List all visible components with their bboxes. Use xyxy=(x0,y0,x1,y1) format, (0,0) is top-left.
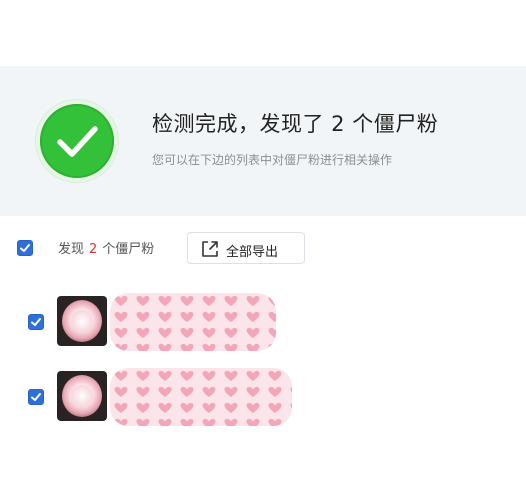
result-title: 检测完成，发现了 2 个僵尸粉 xyxy=(152,112,439,136)
checkmark-icon xyxy=(40,104,114,178)
select-all-checkbox[interactable] xyxy=(17,240,33,256)
success-badge xyxy=(36,100,118,182)
heart-mosaic xyxy=(110,293,276,351)
masked-name xyxy=(110,293,276,351)
export-all-label: 全部导出 xyxy=(226,245,279,260)
summary-text: 发现 2 个僵尸粉 xyxy=(58,238,154,257)
result-subtitle: 您可以在下边的列表中对僵尸粉进行相关操作 xyxy=(152,153,393,167)
fan-avatar xyxy=(57,296,107,346)
check-icon xyxy=(31,318,41,326)
masked-name xyxy=(110,368,292,426)
summary-suffix: 个僵尸粉 xyxy=(102,242,155,257)
fan-avatar xyxy=(57,371,107,421)
check-icon xyxy=(20,244,30,252)
zombie-count: 2 xyxy=(89,242,98,257)
check-icon xyxy=(31,393,41,401)
heart-mosaic xyxy=(110,368,292,426)
export-all-button[interactable]: 全部导出 xyxy=(187,232,305,264)
fan-row-checkbox[interactable] xyxy=(28,389,44,405)
export-icon xyxy=(200,239,220,263)
fan-row-checkbox[interactable] xyxy=(28,314,44,330)
summary-prefix: 发现 xyxy=(58,242,85,257)
